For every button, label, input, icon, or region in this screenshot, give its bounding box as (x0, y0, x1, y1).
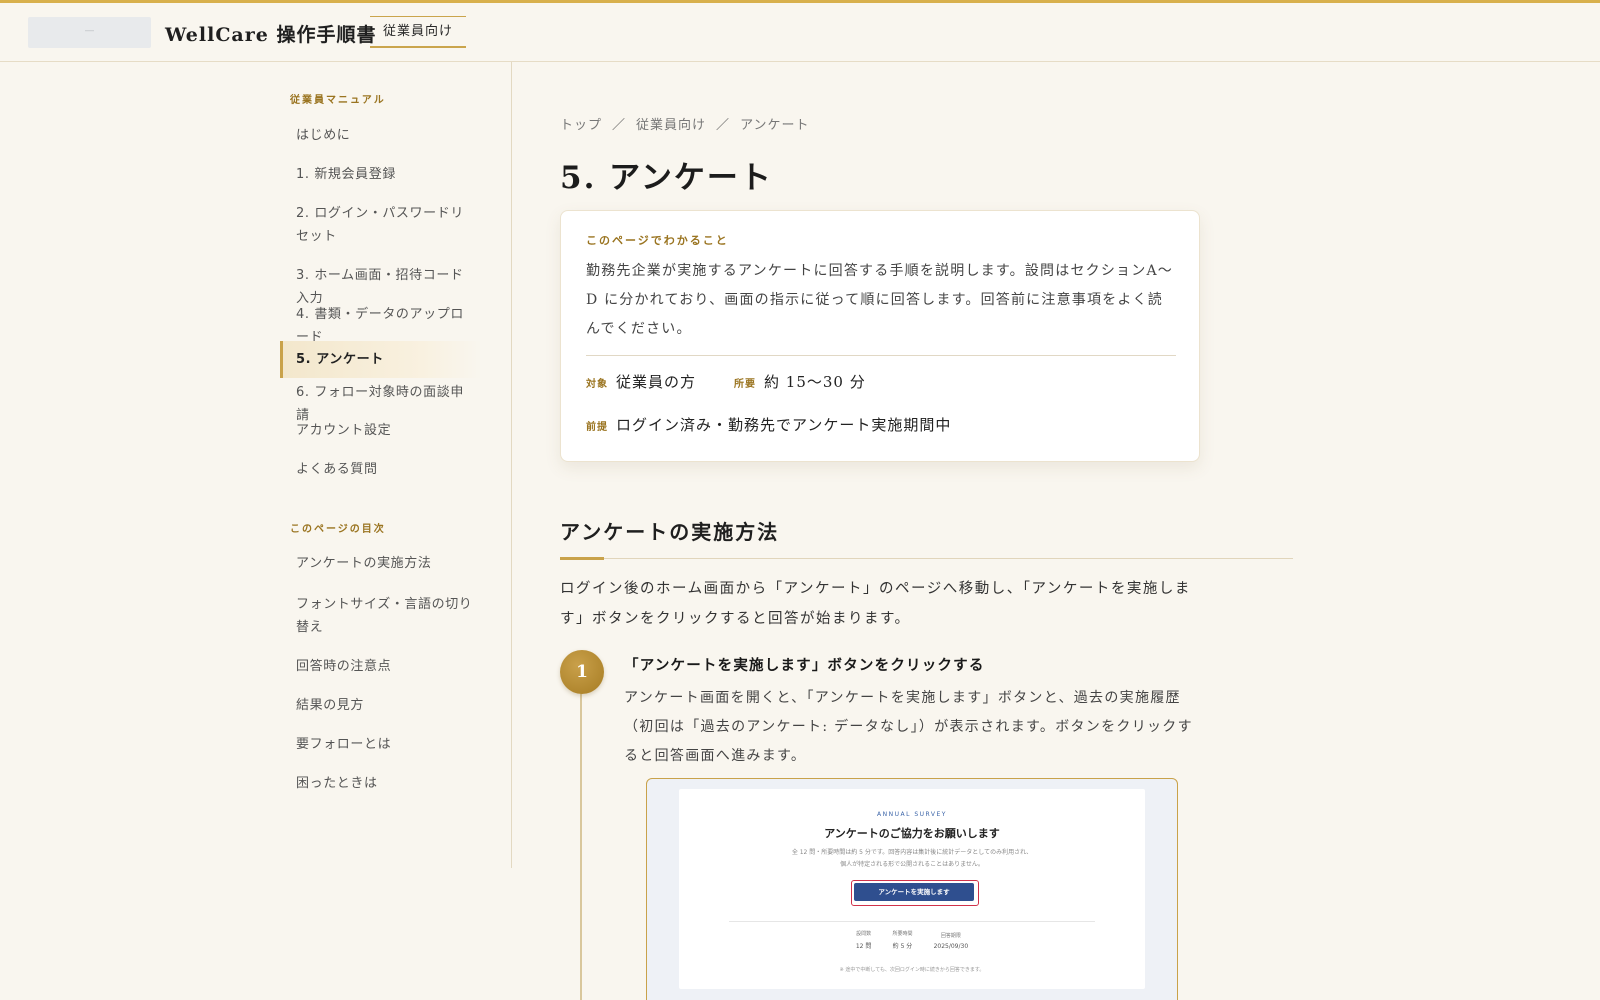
screenshot-figure: ANNUAL SURVEY アンケートのご協力をお願いします 全 12 問・所要… (646, 778, 1178, 1000)
toc-item-how-to[interactable]: アンケートの実施方法 (280, 552, 482, 575)
breadcrumb: トップ ／ 従業員向け ／ アンケート (560, 114, 810, 133)
meta-duration: 所要約 15〜30 分 (734, 371, 866, 392)
screenshot-note-line1: 全 12 問・所要時間は約 5 分です。回答内容は集計後に統計データとしてのみ利… (791, 849, 1033, 856)
sidebar-nav: 従業員マニュアル はじめに 1. 新規会員登録 2. ログイン・パスワードリセッ… (280, 62, 512, 868)
screenshot-footnote: ※ 途中で中断しても、次回ログイン時に続きから回答できます。 (839, 967, 985, 973)
stat-key: 所要時間 (892, 931, 913, 937)
breadcrumb-top[interactable]: トップ (560, 118, 602, 133)
sidebar-item-account[interactable]: アカウント設定 (280, 419, 482, 442)
main-content: トップ ／ 従業員向け ／ アンケート 5. アンケート このページでわかること 勤務先… (560, 62, 1300, 1000)
screenshot-stat: 設問数 12 問 (856, 930, 872, 950)
sidebar-item-login[interactable]: 2. ログイン・パスワードリセット (280, 202, 482, 248)
stat-value: 2025/09/30 (933, 943, 969, 950)
screenshot-stats: 設問数 12 問 所要時間約 5 分 回答期限 2025/09/30 (679, 930, 1145, 952)
logo[interactable]: ― (28, 17, 151, 48)
screenshot-stat: 所要時間約 5 分 (892, 930, 912, 950)
meta-prereq-value: ログイン済み・勤務先でアンケート実施期間中 (616, 416, 952, 434)
toc-item-results[interactable]: 結果の見方 (280, 694, 482, 717)
stat-key: 設問数 (856, 931, 872, 937)
meta-duration-value: 約 15〜30 分 (764, 373, 866, 391)
screenshot-kicker: ANNUAL SURVEY (877, 811, 947, 818)
breadcrumb-employees[interactable]: 従業員向け (636, 118, 706, 133)
sidebar-item-registration[interactable]: 1. 新規会員登録 (280, 163, 482, 186)
breadcrumb-separator: ／ (612, 118, 627, 133)
section-title: アンケートの実施方法 (560, 520, 780, 544)
meta-prereq-key: 前提 (586, 422, 608, 433)
summary-description: 勤務先企業が実施するアンケートに回答する手順を説明します。設問はセクションA〜D… (586, 263, 1173, 337)
meta-duration-key: 所要 (734, 379, 757, 390)
sidebar-item-faq[interactable]: よくある質問 (280, 458, 482, 481)
step-title: 「アンケートを実施します」ボタンをクリックする (624, 658, 985, 674)
screenshot-heading: アンケートのご協力をお願いします (824, 827, 1000, 840)
screenshot-card: ANNUAL SURVEY アンケートのご協力をお願いします 全 12 問・所要… (679, 789, 1145, 989)
screenshot-divider (729, 921, 1095, 922)
tab-employees[interactable]: 従業員向け (370, 16, 466, 48)
step-number-badge: 1 (560, 650, 604, 694)
sidebar-item-intro[interactable]: はじめに (280, 124, 482, 147)
stat-value: 約 5 分 (892, 943, 913, 950)
sidebar-heading-toc: このページの目次 (290, 524, 386, 535)
step-description: アンケート画面を開くと、「アンケートを実施します」ボタンと、過去の実施履歴（初回… (624, 690, 1193, 764)
screenshot-note-line2: 個人が特定される形で公開されることはありません。 (840, 861, 984, 868)
site-header: ― WellCare 操作手順書 従業員向け (0, 3, 1600, 62)
screenshot-start-survey-button: アンケートを実施します (854, 883, 974, 901)
toc-item-help[interactable]: 困ったときは (280, 772, 482, 795)
sidebar-heading-manual: 従業員マニュアル (290, 95, 386, 106)
meta-target: 対象 従業員の方 (586, 371, 696, 392)
toc-item-follow[interactable]: 要フォローとは (280, 733, 482, 756)
summary-prereq-row: 前提 ログイン済み・勤務先でアンケート実施期間中 (586, 414, 951, 435)
screenshot-note: 全 12 問・所要時間は約 5 分です。回答内容は集計後に統計データとしてのみ利… (679, 847, 1145, 871)
site-title: WellCare 操作手順書 (165, 24, 377, 46)
sidebar-item-survey[interactable]: 5. アンケート (280, 341, 482, 378)
summary-label: このページでわかること (586, 234, 729, 247)
section-intro: ログイン後のホーム画面から「アンケート」のページへ移動し、「アンケートを実施しま… (560, 581, 1191, 627)
screenshot-stat: 回答期限 2025/09/30 (934, 932, 969, 950)
meta-target-value: 従業員の方 (616, 373, 697, 391)
toc-item-cautions[interactable]: 回答時の注意点 (280, 655, 482, 678)
stat-value: 12 問 (855, 943, 872, 950)
summary-meta-row: 対象 従業員の方 所要約 15〜30 分 (586, 371, 904, 392)
breadcrumb-current: アンケート (740, 118, 810, 133)
page-title: 5. アンケート (560, 160, 773, 196)
meta-target-key: 対象 (586, 379, 608, 390)
breadcrumb-separator: ／ (716, 118, 731, 133)
summary-divider (586, 355, 1176, 356)
section-rule (560, 558, 1293, 559)
stat-key: 回答期限 (940, 933, 961, 939)
toc-item-font-language[interactable]: フォントサイズ・言語の切り替え (280, 593, 482, 639)
step-connector-line (580, 678, 582, 1000)
summary-card: このページでわかること 勤務先企業が実施するアンケートに回答する手順を説明します… (560, 210, 1200, 462)
section-rule-accent (560, 557, 604, 560)
